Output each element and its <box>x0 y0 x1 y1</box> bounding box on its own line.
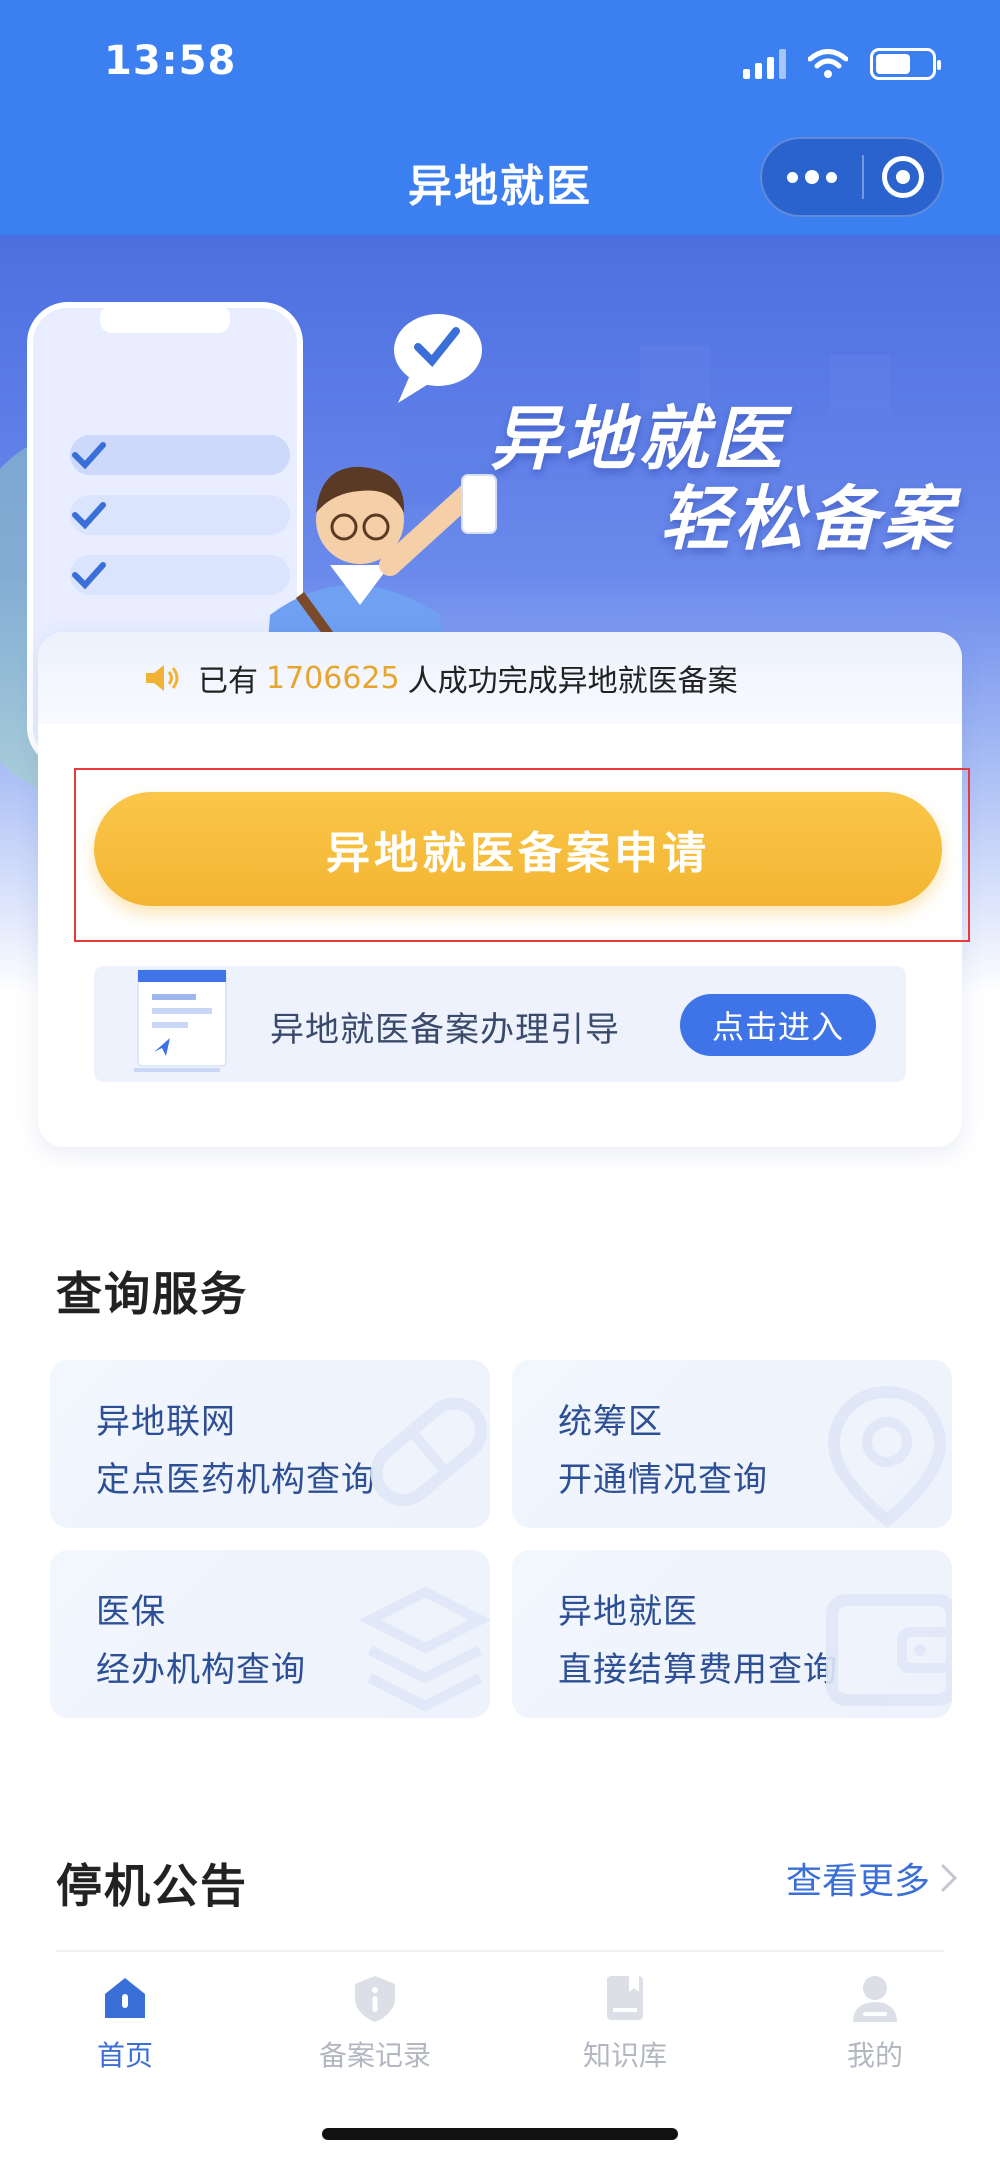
close-miniprogram-button[interactable] <box>864 156 942 198</box>
bottom-tab-bar: 首页 备案记录 知识库 我的 <box>0 1960 1000 2080</box>
tab-home[interactable]: 首页 <box>0 1960 250 2080</box>
service-line1: 医保 <box>96 1592 166 1632</box>
location-pin-icon <box>827 1385 947 1528</box>
status-time: 13:58 <box>104 38 237 84</box>
target-icon <box>882 156 924 198</box>
service-line2: 定点医药机构查询 <box>96 1460 376 1500</box>
wallet-icon <box>826 1594 952 1706</box>
tab-label: 知识库 <box>582 2039 667 2072</box>
registration-card: 已有 1706625 人成功完成异地就医备案 异地就医备案申请 异地就医备案办理… <box>38 632 970 1147</box>
shield-info-icon <box>355 1976 395 2022</box>
service-line2: 直接结算费用查询 <box>558 1650 838 1690</box>
tab-knowledge[interactable]: 知识库 <box>500 1960 750 2080</box>
more-dots-icon <box>787 171 798 183</box>
pill-icon <box>370 1397 488 1506</box>
notice-suffix: 人成功完成异地就医备案 <box>407 664 738 699</box>
tab-label: 首页 <box>96 2039 153 2072</box>
book-icon <box>607 1976 643 2020</box>
service-agency-query[interactable]: 医保 经办机构查询 <box>50 1550 490 1718</box>
tab-label: 我的 <box>846 2039 903 2072</box>
view-more-link[interactable]: 查看更多 <box>786 1852 958 1904</box>
speaker-icon <box>146 665 179 691</box>
query-services-title: 查询服务 <box>56 1267 248 1321</box>
enter-guide-button[interactable]: 点击进入 <box>680 994 876 1056</box>
cellular-signal-icon <box>743 49 786 79</box>
notice-prefix: 已有 <box>198 664 258 699</box>
guide-text: 异地就医备案办理引导 <box>270 1010 620 1050</box>
mini-program-capsule <box>760 137 944 217</box>
apply-registration-button[interactable]: 异地就医备案申请 <box>94 792 942 906</box>
chevron-right-icon <box>941 1864 958 1892</box>
service-line1: 异地就医 <box>558 1592 698 1632</box>
layers-icon <box>358 1586 490 1712</box>
wifi-icon <box>808 49 848 78</box>
status-icons <box>743 48 941 80</box>
banner-title-line2: 轻松备案 <box>660 478 956 560</box>
more-button[interactable] <box>762 139 862 215</box>
service-line1: 统筹区 <box>558 1402 663 1442</box>
service-line2: 开通情况查询 <box>558 1460 768 1500</box>
success-count: 1706625 <box>266 660 400 696</box>
announcement-title: 停机公告 <box>56 1859 248 1913</box>
service-line2: 经办机构查询 <box>96 1650 306 1690</box>
user-icon <box>853 1976 897 2022</box>
success-count-notice: 已有 1706625 人成功完成异地就医备案 <box>38 632 962 724</box>
service-coordination-area[interactable]: 统筹区 开通情况查询 <box>512 1360 952 1528</box>
document-guide-icon <box>134 969 227 1072</box>
registration-guide-banner[interactable]: 异地就医备案办理引导 点击进入 <box>94 966 906 1082</box>
tab-records[interactable]: 备案记录 <box>250 1960 500 2080</box>
home-indicator[interactable] <box>322 2128 678 2140</box>
top-bar: 13:58 异地就医 <box>0 0 1000 235</box>
tab-mine[interactable]: 我的 <box>750 1960 1000 2080</box>
service-line1: 异地联网 <box>96 1402 236 1442</box>
divider <box>56 1950 944 1952</box>
service-settlement-fees[interactable]: 异地就医 直接结算费用查询 <box>512 1550 952 1718</box>
service-designated-institutions[interactable]: 异地联网 定点医药机构查询 <box>50 1360 490 1528</box>
home-icon <box>105 1978 145 2018</box>
view-more-label: 查看更多 <box>785 1861 930 1902</box>
battery-icon <box>870 48 941 80</box>
tab-label: 备案记录 <box>318 2039 431 2072</box>
